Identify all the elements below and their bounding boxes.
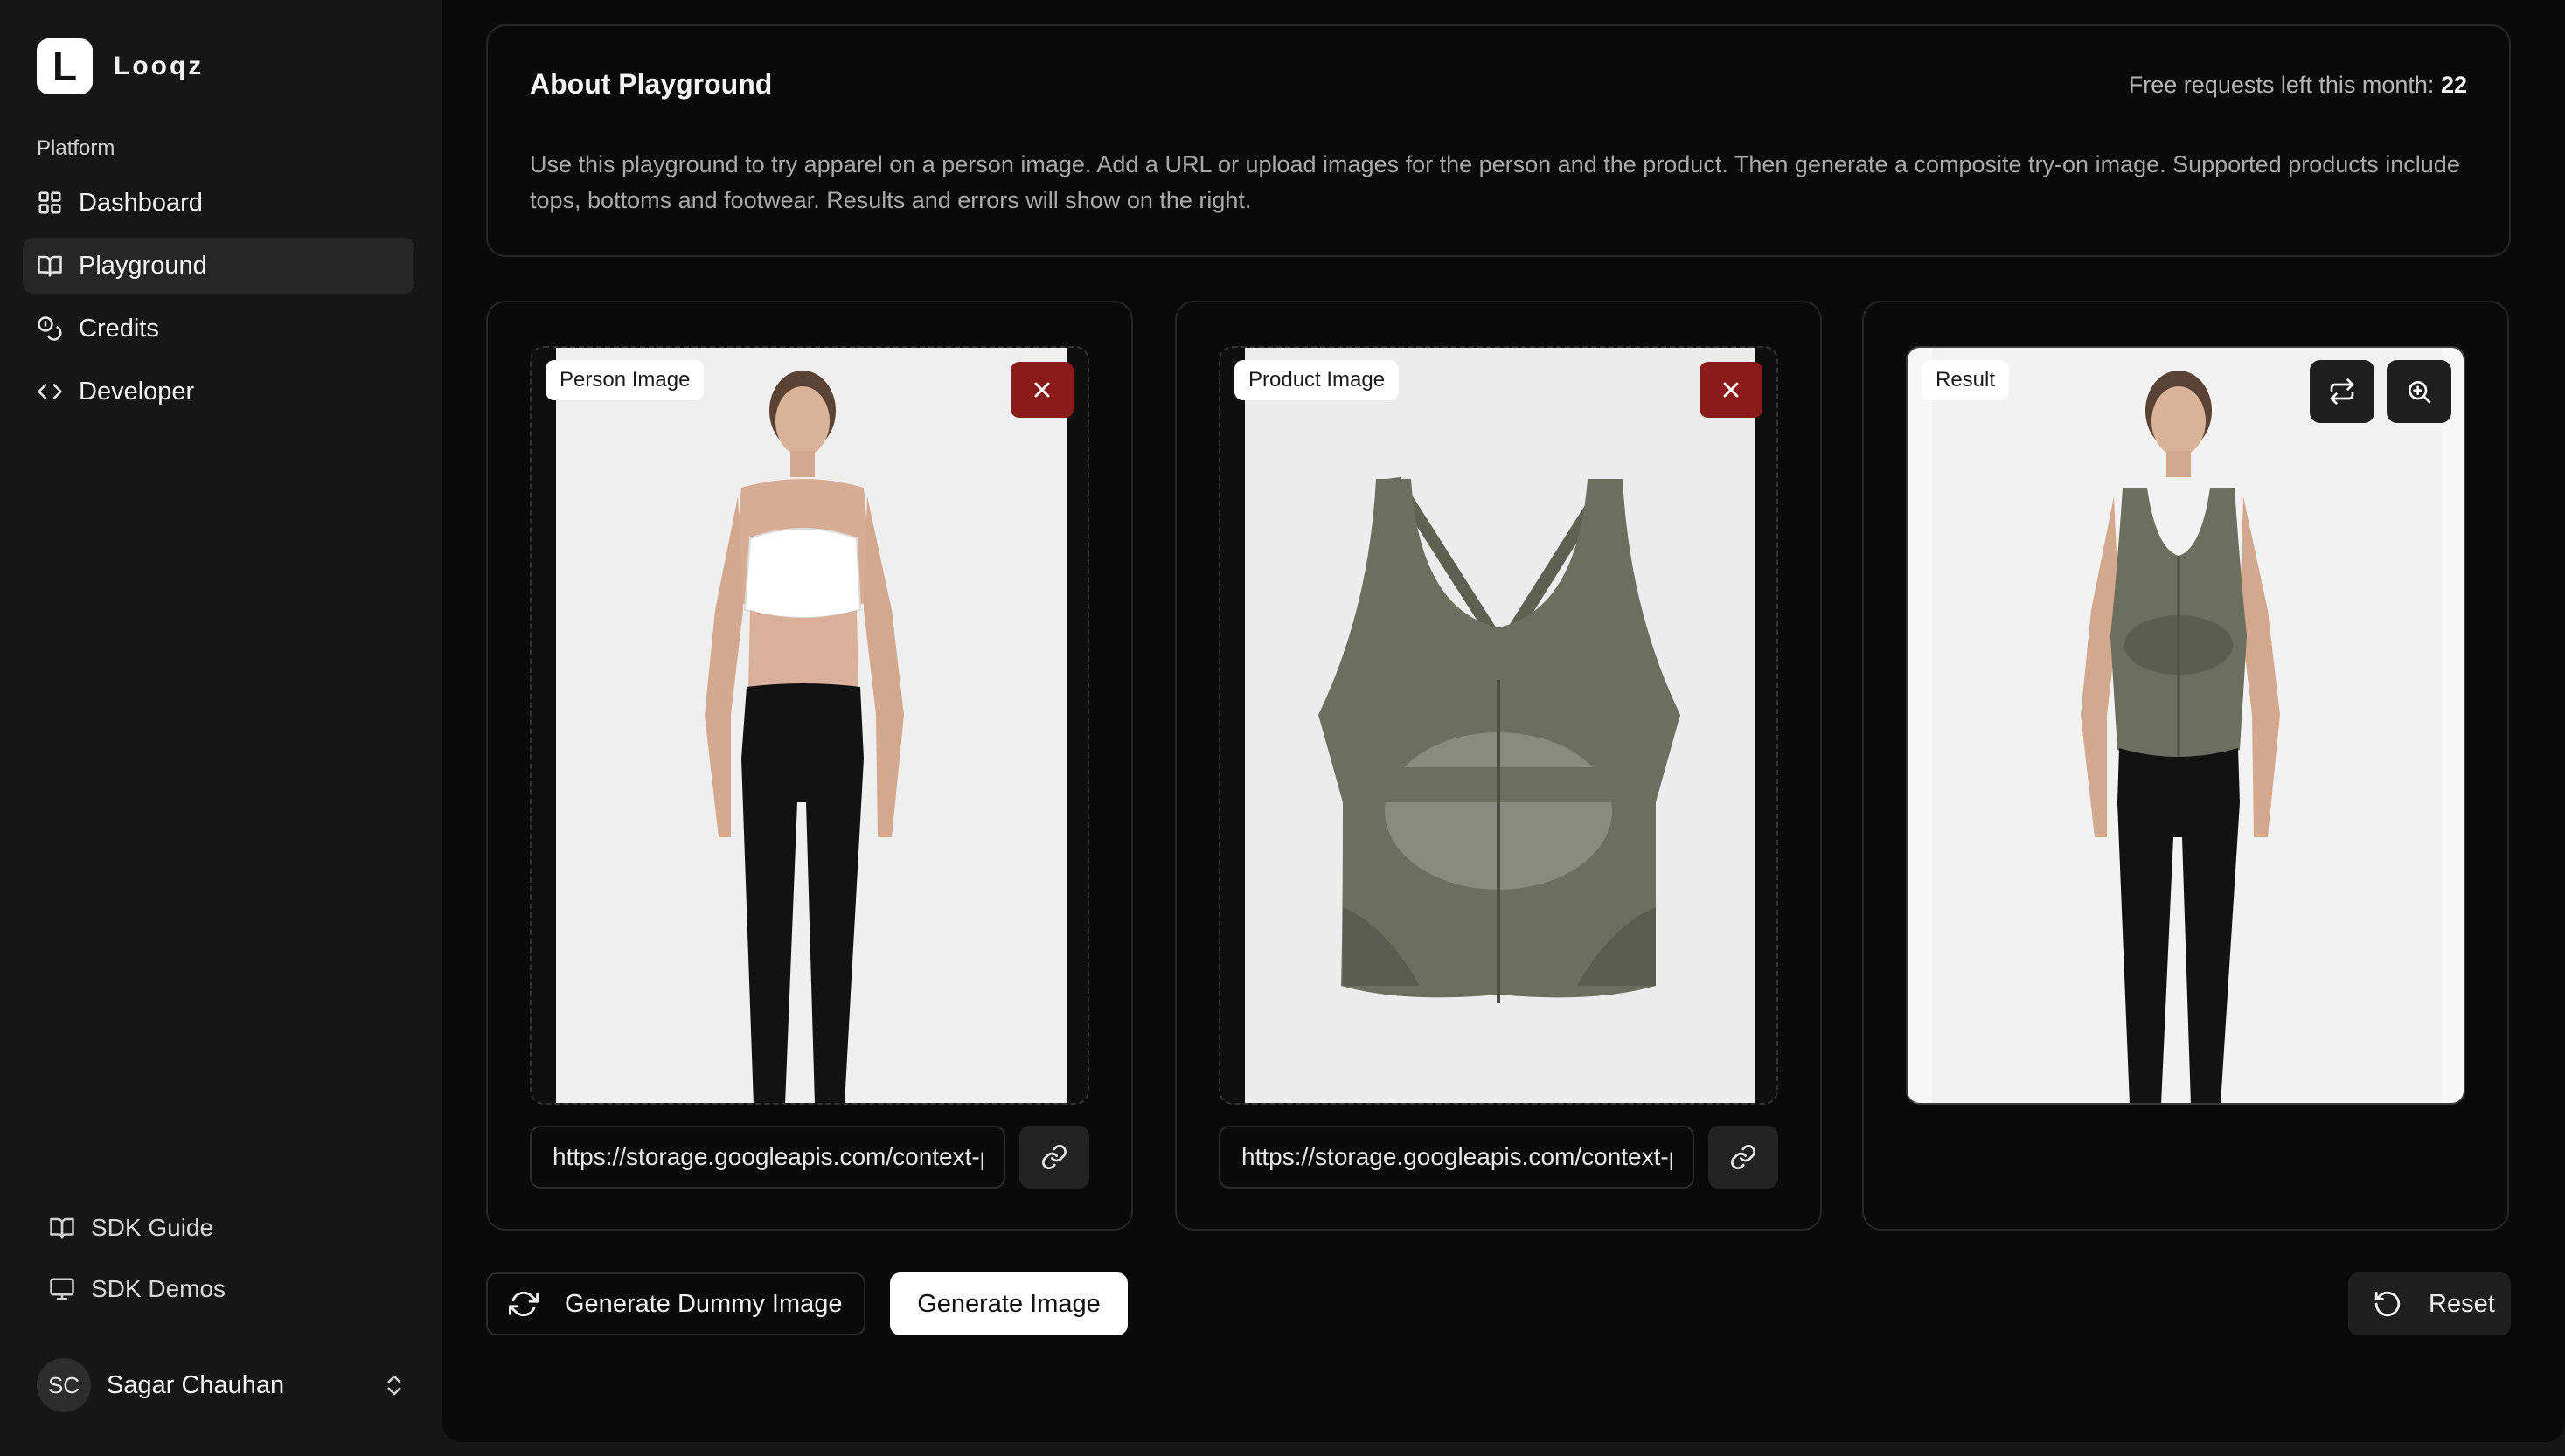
result-card: Result bbox=[1862, 301, 2509, 1231]
product-image-dropzone[interactable]: Product Image bbox=[1219, 346, 1778, 1105]
free-requests-label: Free requests left this month: bbox=[2128, 72, 2435, 98]
sidebar-item-dashboard[interactable]: Dashboard bbox=[23, 175, 414, 231]
brand[interactable]: L Looqz bbox=[37, 38, 204, 94]
swap-button[interactable] bbox=[2310, 360, 2374, 423]
free-requests-counter: Free requests left this month: 22 bbox=[2129, 72, 2467, 99]
product-image-card: Product Image bbox=[1175, 301, 1822, 1231]
person-image-tag: Person Image bbox=[546, 360, 705, 400]
remove-product-image-button[interactable] bbox=[1700, 362, 1762, 418]
person-url-link-button[interactable] bbox=[1019, 1126, 1089, 1189]
sidebar-item-sdk-guide[interactable]: SDK Guide bbox=[37, 1197, 404, 1258]
product-image-tag: Product Image bbox=[1234, 360, 1400, 400]
link-icon bbox=[1731, 1145, 1755, 1169]
generate-dummy-image-label: Generate Dummy Image bbox=[565, 1289, 843, 1318]
sidebar-item-sdk-demos[interactable]: SDK Demos bbox=[37, 1258, 404, 1320]
generate-dummy-image-button[interactable]: Generate Dummy Image bbox=[486, 1272, 865, 1335]
chevrons-up-down-icon bbox=[387, 1375, 401, 1396]
rotate-ccw-icon bbox=[2374, 1291, 2401, 1317]
repeat-icon bbox=[2330, 378, 2354, 405]
book-open-icon bbox=[37, 253, 63, 279]
result-photo bbox=[1932, 348, 2443, 1103]
book-open-icon bbox=[49, 1215, 75, 1241]
sidebar-item-label: SDK Demos bbox=[91, 1275, 226, 1302]
avatar: SC bbox=[37, 1358, 91, 1412]
action-bar: Generate Dummy Image Generate Image Rese… bbox=[486, 1272, 2511, 1337]
close-icon bbox=[1034, 382, 1050, 398]
zoom-in-icon bbox=[2409, 381, 2431, 404]
sidebar: L Looqz Platform Dashboard Playground Cr… bbox=[0, 0, 442, 1456]
link-icon bbox=[1042, 1145, 1067, 1169]
main-content: About Playground Free requests left this… bbox=[442, 0, 2565, 1442]
zoom-button[interactable] bbox=[2387, 360, 2451, 423]
close-icon bbox=[1723, 382, 1739, 398]
sidebar-nav: Dashboard Playground Credits Developer bbox=[23, 175, 414, 426]
sidebar-item-label: SDK Guide bbox=[91, 1214, 214, 1241]
sidebar-item-label: Playground bbox=[79, 251, 207, 280]
person-url-input[interactable] bbox=[530, 1126, 1005, 1189]
reset-label: Reset bbox=[2429, 1289, 2495, 1318]
code-icon bbox=[37, 378, 63, 405]
sidebar-item-playground[interactable]: Playground bbox=[23, 238, 414, 294]
person-image-dropzone[interactable]: Person Image bbox=[530, 346, 1089, 1105]
brand-logo: L bbox=[37, 38, 93, 94]
about-panel: About Playground Free requests left this… bbox=[486, 24, 2511, 257]
refresh-icon bbox=[509, 1291, 539, 1317]
brand-name: Looqz bbox=[114, 52, 205, 80]
person-photo bbox=[556, 348, 1067, 1103]
about-description: Use this playground to try apparel on a … bbox=[530, 151, 2460, 213]
grid-icon bbox=[37, 190, 63, 216]
sidebar-item-credits[interactable]: Credits bbox=[23, 301, 414, 357]
monitor-icon bbox=[49, 1276, 75, 1302]
generate-image-label: Generate Image bbox=[917, 1289, 1101, 1318]
sidebar-item-developer[interactable]: Developer bbox=[23, 364, 414, 419]
product-photo bbox=[1245, 348, 1755, 1103]
page-title: About Playground bbox=[530, 68, 773, 100]
result-tag: Result bbox=[1922, 360, 2010, 400]
coins-icon bbox=[37, 315, 63, 342]
sidebar-item-label: Developer bbox=[79, 377, 195, 406]
sidebar-bottom-nav: SDK Guide SDK Demos bbox=[37, 1197, 404, 1320]
product-url-row bbox=[1219, 1126, 1778, 1189]
sidebar-item-label: Credits bbox=[79, 314, 159, 343]
reset-button[interactable]: Reset bbox=[2348, 1272, 2511, 1335]
user-menu[interactable]: SC Sagar Chauhan bbox=[37, 1358, 407, 1412]
remove-person-image-button[interactable] bbox=[1011, 362, 1074, 418]
product-url-link-button[interactable] bbox=[1708, 1126, 1778, 1189]
sidebar-item-label: Dashboard bbox=[79, 188, 203, 217]
result-image-frame: Result bbox=[1906, 346, 2465, 1105]
person-image-card: Person Image bbox=[486, 301, 1133, 1231]
free-requests-count: 22 bbox=[2440, 72, 2467, 98]
person-url-row bbox=[530, 1126, 1089, 1189]
generate-image-button[interactable]: Generate Image bbox=[890, 1272, 1128, 1335]
sidebar-section-label: Platform bbox=[37, 136, 115, 160]
product-url-input[interactable] bbox=[1219, 1126, 1694, 1189]
user-name: Sagar Chauhan bbox=[107, 1370, 285, 1399]
